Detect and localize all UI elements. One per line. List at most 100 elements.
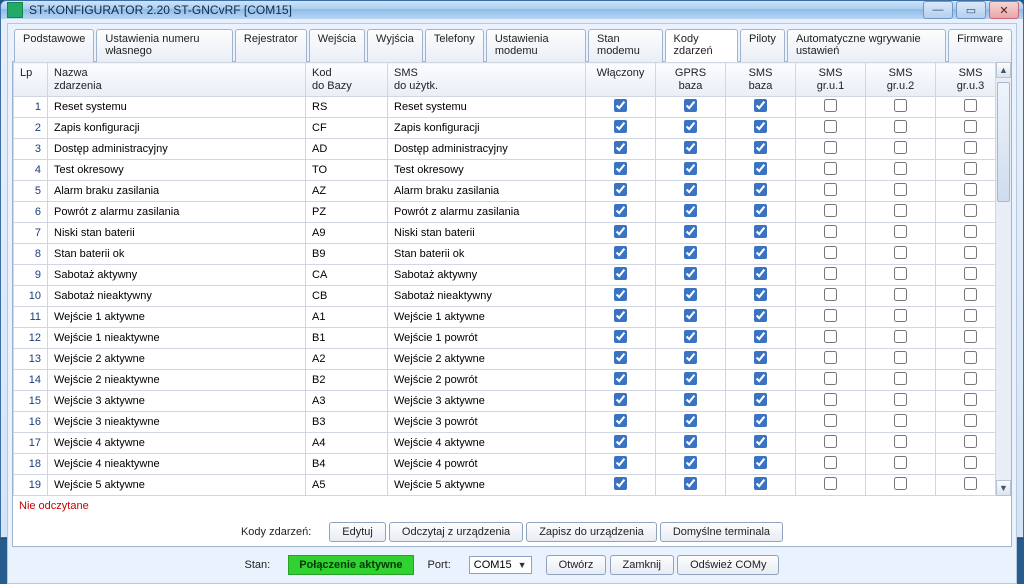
table-row[interactable]: 16Wejście 3 nieaktywneB3Wejście 3 powrót bbox=[14, 412, 996, 433]
table-row[interactable]: 18Wejście 4 nieaktywneB4Wejście 4 powrót bbox=[14, 454, 996, 475]
event-checkbox[interactable] bbox=[684, 267, 697, 280]
event-checkbox[interactable] bbox=[614, 309, 627, 322]
tab-firmware[interactable]: Firmware bbox=[948, 29, 1012, 62]
event-checkbox[interactable] bbox=[824, 246, 837, 259]
tab-podstawowe[interactable]: Podstawowe bbox=[14, 29, 94, 62]
event-checkbox[interactable] bbox=[964, 456, 977, 469]
event-checkbox[interactable] bbox=[824, 120, 837, 133]
button-zapisz-do-urządzenia[interactable]: Zapisz do urządzenia bbox=[526, 522, 657, 542]
event-checkbox[interactable] bbox=[964, 225, 977, 238]
event-checkbox[interactable] bbox=[754, 204, 767, 217]
event-checkbox[interactable] bbox=[614, 372, 627, 385]
event-checkbox[interactable] bbox=[964, 204, 977, 217]
event-checkbox[interactable] bbox=[894, 120, 907, 133]
tab-telefony[interactable]: Telefony bbox=[425, 29, 484, 62]
event-checkbox[interactable] bbox=[684, 372, 697, 385]
event-checkbox[interactable] bbox=[754, 330, 767, 343]
tab-ustawienia-numeru-własnego[interactable]: Ustawienia numeru własnego bbox=[96, 29, 233, 62]
event-checkbox[interactable] bbox=[824, 477, 837, 490]
table-row[interactable]: 7Niski stan bateriiA9Niski stan baterii bbox=[14, 223, 996, 244]
button-odczytaj-z-urządzenia[interactable]: Odczytaj z urządzenia bbox=[389, 522, 523, 542]
event-checkbox[interactable] bbox=[824, 162, 837, 175]
maximize-button[interactable]: ▭ bbox=[956, 1, 986, 19]
tab-wyjścia[interactable]: Wyjścia bbox=[367, 29, 423, 62]
event-checkbox[interactable] bbox=[754, 309, 767, 322]
event-checkbox[interactable] bbox=[684, 309, 697, 322]
event-checkbox[interactable] bbox=[894, 414, 907, 427]
event-checkbox[interactable] bbox=[824, 288, 837, 301]
event-checkbox[interactable] bbox=[684, 414, 697, 427]
col-header[interactable]: SMSgr.u.1 bbox=[796, 63, 866, 97]
event-checkbox[interactable] bbox=[964, 120, 977, 133]
event-checkbox[interactable] bbox=[964, 246, 977, 259]
table-row[interactable]: 9Sabotaż aktywnyCASabotaż aktywny bbox=[14, 265, 996, 286]
event-checkbox[interactable] bbox=[964, 99, 977, 112]
tab-stan-modemu[interactable]: Stan modemu bbox=[588, 29, 663, 62]
button-zamknij[interactable]: Zamknij bbox=[610, 555, 675, 575]
table-row[interactable]: 15Wejście 3 aktywneA3Wejście 3 aktywne bbox=[14, 391, 996, 412]
event-checkbox[interactable] bbox=[684, 393, 697, 406]
event-checkbox[interactable] bbox=[614, 477, 627, 490]
event-checkbox[interactable] bbox=[754, 372, 767, 385]
event-checkbox[interactable] bbox=[684, 288, 697, 301]
event-checkbox[interactable] bbox=[614, 225, 627, 238]
event-checkbox[interactable] bbox=[824, 435, 837, 448]
col-header[interactable]: SMSbaza bbox=[726, 63, 796, 97]
event-checkbox[interactable] bbox=[754, 120, 767, 133]
close-button[interactable]: ✕ bbox=[989, 1, 1019, 19]
button-otwórz[interactable]: Otwórz bbox=[546, 555, 607, 575]
event-checkbox[interactable] bbox=[894, 141, 907, 154]
event-checkbox[interactable] bbox=[824, 351, 837, 364]
event-checkbox[interactable] bbox=[964, 393, 977, 406]
event-checkbox[interactable] bbox=[614, 456, 627, 469]
event-checkbox[interactable] bbox=[824, 183, 837, 196]
table-row[interactable]: 10Sabotaż nieaktywnyCBSabotaż nieaktywny bbox=[14, 286, 996, 307]
event-checkbox[interactable] bbox=[894, 477, 907, 490]
scroll-down-arrow[interactable]: ▼ bbox=[996, 480, 1011, 496]
table-row[interactable]: 19Wejście 5 aktywneA5Wejście 5 aktywne bbox=[14, 475, 996, 496]
event-checkbox[interactable] bbox=[754, 435, 767, 448]
event-checkbox[interactable] bbox=[894, 204, 907, 217]
event-checkbox[interactable] bbox=[754, 246, 767, 259]
tab-automatyczne-wgrywanie-ustawień[interactable]: Automatyczne wgrywanie ustawień bbox=[787, 29, 946, 62]
button-odśwież-comy[interactable]: Odśwież COMy bbox=[677, 555, 779, 575]
button-domyślne-terminala[interactable]: Domyślne terminala bbox=[660, 522, 783, 542]
table-row[interactable]: 5Alarm braku zasilaniaAZAlarm braku zasi… bbox=[14, 181, 996, 202]
event-checkbox[interactable] bbox=[824, 204, 837, 217]
table-row[interactable]: 6Powrót z alarmu zasilaniaPZPowrót z ala… bbox=[14, 202, 996, 223]
button-edytuj[interactable]: Edytuj bbox=[329, 522, 386, 542]
event-checkbox[interactable] bbox=[684, 120, 697, 133]
event-checkbox[interactable] bbox=[754, 393, 767, 406]
event-checkbox[interactable] bbox=[894, 99, 907, 112]
event-checkbox[interactable] bbox=[684, 456, 697, 469]
event-checkbox[interactable] bbox=[824, 267, 837, 280]
event-checkbox[interactable] bbox=[824, 456, 837, 469]
tab-wejścia[interactable]: Wejścia bbox=[309, 29, 365, 62]
event-checkbox[interactable] bbox=[754, 99, 767, 112]
event-checkbox[interactable] bbox=[754, 183, 767, 196]
event-checkbox[interactable] bbox=[754, 225, 767, 238]
event-checkbox[interactable] bbox=[824, 309, 837, 322]
event-checkbox[interactable] bbox=[824, 141, 837, 154]
table-row[interactable]: 8Stan baterii okB9Stan baterii ok bbox=[14, 244, 996, 265]
vertical-scrollbar[interactable]: ▲ ▼ bbox=[995, 62, 1011, 496]
event-checkbox[interactable] bbox=[894, 351, 907, 364]
col-header[interactable]: SMSgr.u.2 bbox=[866, 63, 936, 97]
event-checkbox[interactable] bbox=[614, 246, 627, 259]
event-checkbox[interactable] bbox=[684, 225, 697, 238]
event-checkbox[interactable] bbox=[754, 414, 767, 427]
event-checkbox[interactable] bbox=[894, 330, 907, 343]
col-header[interactable]: SMSgr.u.3 bbox=[936, 63, 996, 97]
scroll-up-arrow[interactable]: ▲ bbox=[996, 62, 1011, 78]
table-row[interactable]: 14Wejście 2 nieaktywneB2Wejście 2 powrót bbox=[14, 370, 996, 391]
event-checkbox[interactable] bbox=[964, 309, 977, 322]
event-checkbox[interactable] bbox=[964, 162, 977, 175]
event-checkbox[interactable] bbox=[754, 351, 767, 364]
event-checkbox[interactable] bbox=[894, 162, 907, 175]
event-checkbox[interactable] bbox=[684, 477, 697, 490]
event-checkbox[interactable] bbox=[824, 99, 837, 112]
col-header[interactable]: SMSdo użytk. bbox=[388, 63, 586, 97]
event-checkbox[interactable] bbox=[614, 162, 627, 175]
event-checkbox[interactable] bbox=[684, 183, 697, 196]
event-checkbox[interactable] bbox=[684, 204, 697, 217]
